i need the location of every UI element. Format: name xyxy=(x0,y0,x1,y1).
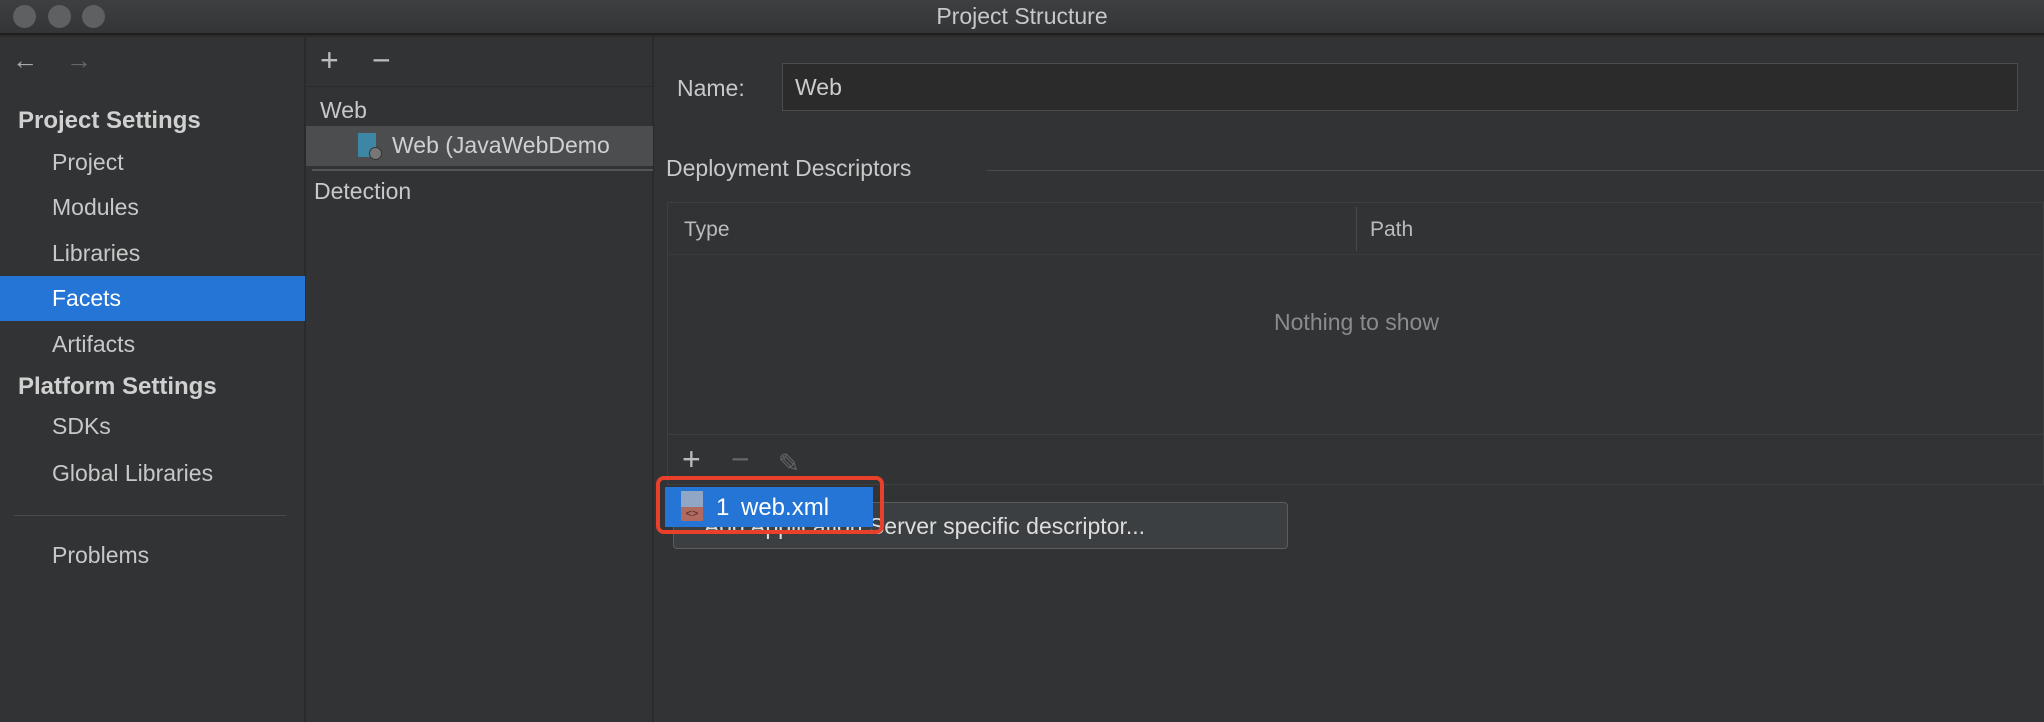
divider xyxy=(987,170,2044,171)
tree-item-web-facet[interactable]: Web (JavaWebDemo xyxy=(306,126,653,166)
empty-table-text: Nothing to show xyxy=(1274,309,1439,335)
pencil-icon[interactable]: ✎ xyxy=(778,448,800,479)
back-icon[interactable]: ← xyxy=(12,45,38,76)
table-header: Type Path xyxy=(668,203,2044,255)
column-header-path[interactable]: Path xyxy=(1370,218,1413,242)
name-input[interactable]: Web xyxy=(782,63,2018,111)
section-title-deployment-descriptors: Deployment Descriptors xyxy=(666,155,912,181)
facet-settings-panel: Name: Web Deployment Descriptors Type Pa… xyxy=(654,37,2044,722)
name-input-value: Web xyxy=(795,74,842,100)
column-header-type[interactable]: Type xyxy=(684,218,730,242)
tree-item-detection[interactable]: Detection xyxy=(314,178,411,205)
sidebar-item-libraries[interactable]: Libraries xyxy=(52,240,140,267)
sidebar-item-artifacts[interactable]: Artifacts xyxy=(52,331,135,358)
tree-group-web[interactable]: Web xyxy=(320,97,367,124)
forward-icon[interactable]: → xyxy=(66,45,92,76)
highlight-box xyxy=(656,476,884,534)
sidebar: ← → Project Settings Project Modules Lib… xyxy=(0,37,305,722)
divider xyxy=(306,86,653,87)
divider xyxy=(668,434,2044,435)
sidebar-item-sdks[interactable]: SDKs xyxy=(52,413,111,440)
section-header-platform-settings: Platform Settings xyxy=(18,373,217,400)
window-title: Project Structure xyxy=(936,3,1108,29)
section-header-project-settings: Project Settings xyxy=(18,107,201,134)
facets-tree-panel: + − Web Web (JavaWebDemo Detection xyxy=(306,37,653,722)
remove-descriptor-button[interactable]: − xyxy=(731,441,750,478)
divider xyxy=(14,515,286,516)
title-bar: Project Structure xyxy=(0,0,2044,35)
sidebar-item-label: Facets xyxy=(52,285,122,311)
column-divider xyxy=(1356,207,1357,251)
name-label: Name: xyxy=(677,75,745,101)
divider xyxy=(312,169,653,171)
sidebar-item-modules[interactable]: Modules xyxy=(52,194,139,221)
descriptors-table: Type Path Nothing to show + − ✎ xyxy=(667,202,2044,485)
globe-icon xyxy=(369,147,382,160)
add-facet-button[interactable]: + xyxy=(320,42,339,79)
tree-item-label: Web (JavaWebDemo xyxy=(392,132,610,158)
sidebar-item-project[interactable]: Project xyxy=(52,149,124,176)
sidebar-item-problems[interactable]: Problems xyxy=(52,542,149,569)
sidebar-item-global-libraries[interactable]: Global Libraries xyxy=(52,460,213,487)
sidebar-item-facets[interactable]: Facets xyxy=(0,276,305,321)
remove-facet-button[interactable]: − xyxy=(372,42,391,79)
add-descriptor-button[interactable]: + xyxy=(682,441,701,478)
